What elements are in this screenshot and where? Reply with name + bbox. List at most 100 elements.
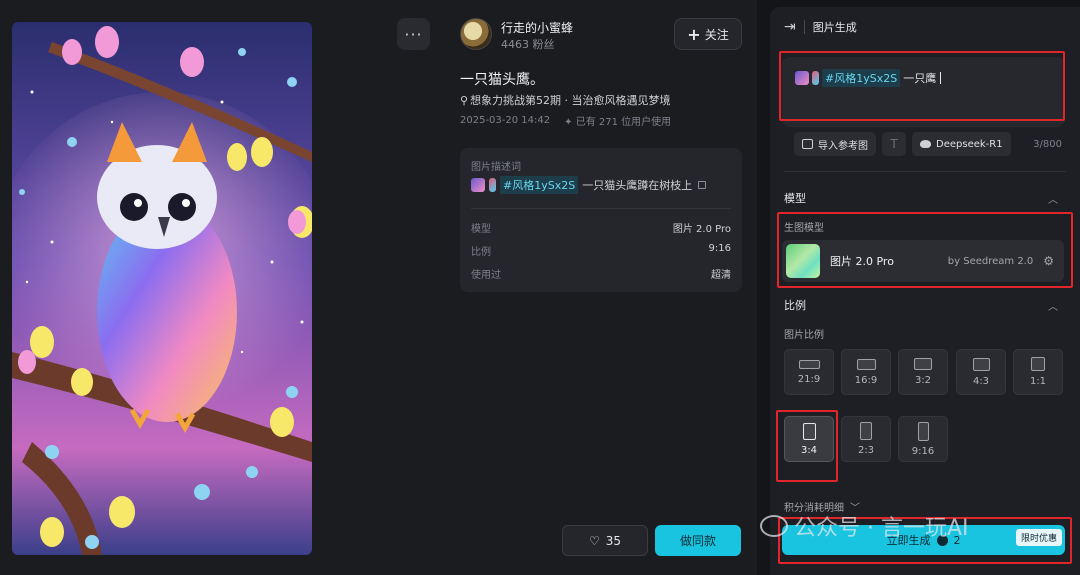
ratio-label-text: 1:1 — [1029, 376, 1047, 387]
prompt-toolbar: 导入参考图 T Deepseek-R1 3/800 — [794, 131, 1062, 157]
publish-date: 2025-03-20 14:42 — [460, 115, 551, 126]
image-generation-panel: ⇥ 图片生成 #风格1ySx2S 一只鹰 导入参考图 T Deepseek-R1… — [770, 7, 1080, 575]
model-selector[interactable]: 图片 2.0 Pro by Seedream 2.0 ⚙ — [782, 240, 1064, 282]
info-value: 超清 — [711, 270, 731, 281]
like-count: 35 — [605, 533, 622, 548]
ratio-shape — [798, 359, 820, 369]
info-row-ratio: 比例 9:16 — [471, 243, 731, 258]
chevron-up-icon[interactable]: ︿ — [1048, 191, 1058, 206]
usage-count: 已有 271 位用户使用 — [575, 117, 672, 128]
style-thumb-icon — [795, 71, 809, 85]
char-count: 3/800 — [1033, 138, 1062, 150]
wechat-watermark: 公众号 · 言一玩AI — [760, 510, 969, 542]
make-same-button[interactable]: 做同款 — [655, 525, 741, 556]
info-key: 模型 — [471, 224, 491, 235]
ratio-option-4-3[interactable]: 4:3 — [956, 349, 1006, 395]
deepseek-button[interactable]: Deepseek-R1 — [912, 132, 1011, 156]
ratio-label: 图片比例 — [784, 330, 824, 341]
panel-title: 图片生成 — [812, 21, 857, 34]
whale-icon — [920, 140, 931, 148]
ratio-section-title[interactable]: 比例 — [784, 297, 806, 313]
info-key: 使用过 — [471, 270, 501, 281]
ratio-shape — [856, 358, 876, 370]
work-meta: 2025-03-20 14:42 ✦ 已有 271 位用户使用 — [460, 113, 671, 128]
ratio-option-2-3[interactable]: 2:3 — [841, 416, 891, 462]
ratio-label-text: 21:9 — [797, 373, 821, 385]
model-provider: by Seedream 2.0 — [947, 255, 1034, 267]
model-thumbnail — [786, 244, 820, 278]
panel-header: ⇥ 图片生成 — [770, 7, 1080, 47]
follow-button[interactable]: + 关注 — [674, 18, 742, 50]
ratio-shape — [914, 358, 932, 370]
desc-label: 图片描述词 — [471, 162, 521, 173]
sparkle-icon: ✦ — [564, 117, 573, 128]
header-separator — [803, 20, 805, 34]
import-reference-button[interactable]: 导入参考图 — [794, 132, 876, 156]
ratio-shape — [917, 421, 929, 441]
ratio-shape — [860, 422, 872, 440]
text-button[interactable]: T — [882, 132, 906, 156]
prompt-input[interactable]: #风格1ySx2S 一只鹰 — [782, 57, 1065, 127]
ratio-label-text: 16:9 — [854, 374, 878, 386]
ratio-label-text: 4:3 — [972, 375, 990, 387]
style-tag[interactable]: #风格1ySx2S — [500, 176, 579, 194]
work-detail-panel: ··· 行走的小蜜蜂 4463 粉丝 + 关注 一只猫头鹰。 ⚲ 想象力挑战第5… — [0, 0, 757, 575]
ratio-option-3-2[interactable]: 3:2 — [898, 349, 948, 395]
ratio-option-3-4[interactable]: 3:4 — [784, 416, 834, 462]
prompt-line: #风格1ySx2S 一只鹰 — [795, 69, 942, 87]
challenge-text: 想象力挑战第52期 · 当治愈风格遇见梦境 — [470, 94, 671, 107]
model-name: 图片 2.0 Pro — [830, 255, 894, 268]
more-icon: ··· — [404, 24, 423, 44]
work-title: 一只猫头鹰。 — [460, 72, 544, 88]
chevron-up-icon[interactable]: ︿ — [1048, 298, 1058, 313]
info-row-model: 模型 图片 2.0 Pro — [471, 220, 731, 235]
wechat-icon — [760, 515, 788, 537]
usage-info: ✦ 已有 271 位用户使用 — [564, 113, 671, 128]
challenge-link[interactable]: ⚲ 想象力挑战第52期 · 当治愈风格遇见梦境 — [460, 92, 671, 108]
more-options-button[interactable]: ··· — [397, 18, 430, 50]
ratio-label-text: 9:16 — [911, 445, 935, 457]
ratio-label-text: 3:4 — [800, 444, 818, 456]
deepseek-label: Deepseek-R1 — [936, 138, 1003, 150]
promo-badge: 限时优惠 — [1015, 529, 1062, 546]
ratio-option-16-9[interactable]: 16:9 — [841, 349, 891, 395]
ratio-label-text: 3:2 — [914, 375, 932, 386]
style-thumb-icon-2 — [812, 71, 819, 85]
ratio-option-1-1[interactable]: 1:1 — [1013, 349, 1063, 395]
author-fans-count: 4463 粉丝 — [501, 38, 555, 51]
like-button[interactable]: ♡ 35 — [562, 525, 648, 556]
ratio-option-21-9[interactable]: 21:9 — [784, 349, 834, 395]
owl-illustration — [12, 22, 312, 555]
owl-artwork-image[interactable] — [12, 22, 312, 555]
desc-text: 一只猫头鹰蹲在树枝上 — [582, 179, 693, 192]
card-divider — [471, 208, 731, 209]
follow-label: 关注 — [704, 27, 729, 42]
collapse-panel-icon[interactable]: ⇥ — [784, 19, 796, 35]
text-icon: T — [890, 137, 898, 151]
plus-icon: + — [687, 24, 701, 44]
info-key: 比例 — [471, 247, 491, 258]
text-caret — [940, 72, 942, 84]
ratio-option-9-16[interactable]: 9:16 — [898, 416, 948, 462]
sliders-icon[interactable]: ⚙ — [1043, 254, 1054, 268]
desc-row: #风格1ySx2S 一只猫头鹰蹲在树枝上 — [471, 176, 733, 194]
ratio-label-text: 2:3 — [857, 445, 875, 456]
copy-icon[interactable] — [698, 181, 707, 189]
watermark-text: 公众号 · 言一玩AI — [794, 516, 969, 541]
author-avatar[interactable] — [460, 18, 492, 50]
ratio-shape — [802, 422, 816, 440]
section-divider — [784, 171, 1066, 172]
ratio-shape — [1031, 357, 1045, 371]
prompt-text: 一只鹰 — [903, 72, 937, 85]
author-name[interactable]: 行走的小蜜蜂 — [501, 19, 573, 36]
work-info-card: 图片描述词 #风格1ySx2S 一只猫头鹰蹲在树枝上 模型 图片 2.0 Pro… — [460, 148, 742, 292]
gen-model-label: 生图模型 — [784, 223, 824, 234]
model-section-title[interactable]: 模型 — [784, 190, 806, 206]
info-value: 图片 2.0 Pro — [672, 224, 731, 235]
heart-icon: ♡ — [588, 533, 600, 548]
prompt-style-tag[interactable]: #风格1ySx2S — [822, 69, 901, 87]
ratio-shape — [972, 357, 990, 371]
image-import-icon — [802, 139, 813, 149]
info-row-used: 使用过 超清 — [471, 266, 731, 281]
style-thumb-icon — [471, 178, 485, 192]
